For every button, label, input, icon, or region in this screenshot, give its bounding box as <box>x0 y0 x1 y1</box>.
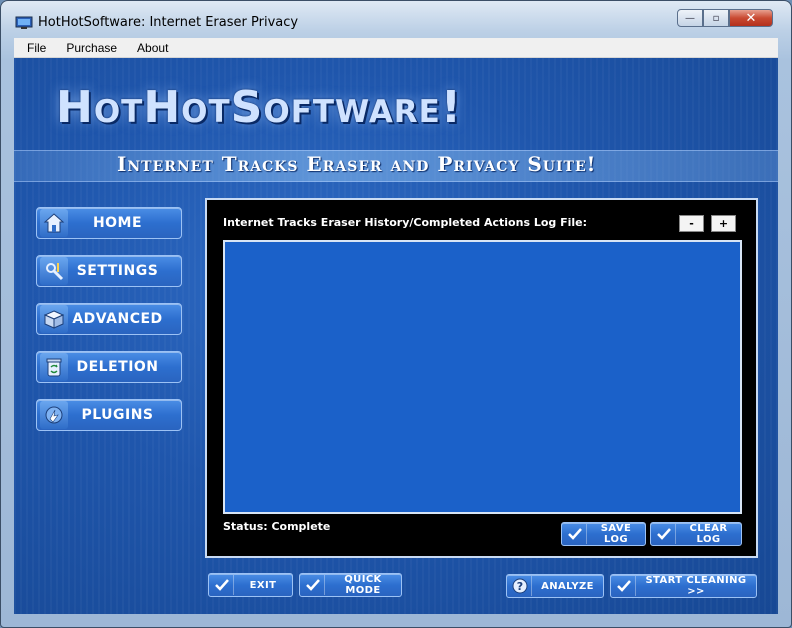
quick-mode-label: QUICK MODE <box>344 574 382 596</box>
nav-plugins-label: PLUGINS <box>81 407 154 423</box>
nav-home-button[interactable]: HOME <box>36 207 182 239</box>
analyze-label: ANALYZE <box>541 580 594 592</box>
nav-deletion-button[interactable]: DELETION <box>36 351 182 383</box>
quick-mode-button[interactable]: QUICK MODE <box>299 573 402 597</box>
close-button[interactable]: ✕ <box>729 9 773 27</box>
log-panel: Internet Tracks Eraser History/Completed… <box>205 198 758 558</box>
nav-settings-button[interactable]: SETTINGS <box>36 255 182 287</box>
minimize-button[interactable]: — <box>677 9 703 27</box>
checkmark-icon <box>565 524 587 544</box>
checkmark-icon <box>303 575 325 595</box>
checkmark-icon <box>212 575 234 595</box>
home-icon <box>40 209 68 237</box>
exit-button[interactable]: EXIT <box>208 573 293 597</box>
title-bar[interactable]: HotHotSoftware: Internet Eraser Privacy … <box>1 1 791 37</box>
analyze-button[interactable]: ? ANALYZE <box>506 574 604 598</box>
app-window: HotHotSoftware: Internet Eraser Privacy … <box>0 0 792 628</box>
clear-log-label: CLEAR LOG <box>689 523 728 545</box>
svg-text:?: ? <box>516 580 522 593</box>
log-panel-title: Internet Tracks Eraser History/Completed… <box>223 216 588 229</box>
clear-log-button[interactable]: CLEAR LOG <box>650 522 742 546</box>
checkmark-icon <box>614 576 636 596</box>
plugin-icon <box>40 401 68 429</box>
menu-bar: File Purchase About <box>14 38 778 58</box>
app-monitor-icon <box>15 15 33 29</box>
zoom-out-button[interactable]: - <box>679 215 704 232</box>
nav-advanced-label: ADVANCED <box>72 311 163 327</box>
nav-plugins-button[interactable]: PLUGINS <box>36 399 182 431</box>
maximize-icon: ▫ <box>712 12 720 24</box>
menu-file[interactable]: File <box>20 41 53 55</box>
log-textarea[interactable] <box>223 240 742 514</box>
maximize-button[interactable]: ▫ <box>703 9 729 27</box>
nav-home-label: HOME <box>92 215 143 231</box>
zoom-in-label: + <box>718 217 729 230</box>
nav-settings-label: SETTINGS <box>76 263 159 279</box>
menu-about[interactable]: About <box>130 41 175 55</box>
checkmark-icon <box>654 524 676 544</box>
start-cleaning-label: START CLEANING >> <box>645 575 747 597</box>
menu-purchase[interactable]: Purchase <box>59 41 124 55</box>
nav-advanced-button[interactable]: ADVANCED <box>36 303 182 335</box>
status-text: Status: Complete <box>223 520 331 533</box>
start-cleaning-button[interactable]: START CLEANING >> <box>610 574 757 598</box>
zoom-out-label: - <box>689 217 694 230</box>
close-icon: ✕ <box>745 10 757 26</box>
nav-deletion-label: DELETION <box>76 359 159 375</box>
box-icon <box>40 305 68 333</box>
settings-tools-icon <box>40 257 68 285</box>
save-log-label: SAVE LOG <box>600 523 632 545</box>
client-area: HotHotSoftware! Internet Tracks Eraser a… <box>14 58 778 614</box>
caption-buttons: — ▫ ✕ <box>677 9 773 27</box>
minimize-icon: — <box>685 12 695 24</box>
window-title: HotHotSoftware: Internet Eraser Privacy <box>38 15 299 30</box>
brand-logo: HotHotSoftware! <box>56 82 462 133</box>
exit-label: EXIT <box>249 579 277 591</box>
save-log-button[interactable]: SAVE LOG <box>561 522 646 546</box>
help-icon: ? <box>510 576 532 596</box>
recycle-bin-icon <box>40 353 68 381</box>
zoom-in-button[interactable]: + <box>711 215 736 232</box>
tagline: Internet Tracks Eraser and Privacy Suite… <box>117 152 597 176</box>
